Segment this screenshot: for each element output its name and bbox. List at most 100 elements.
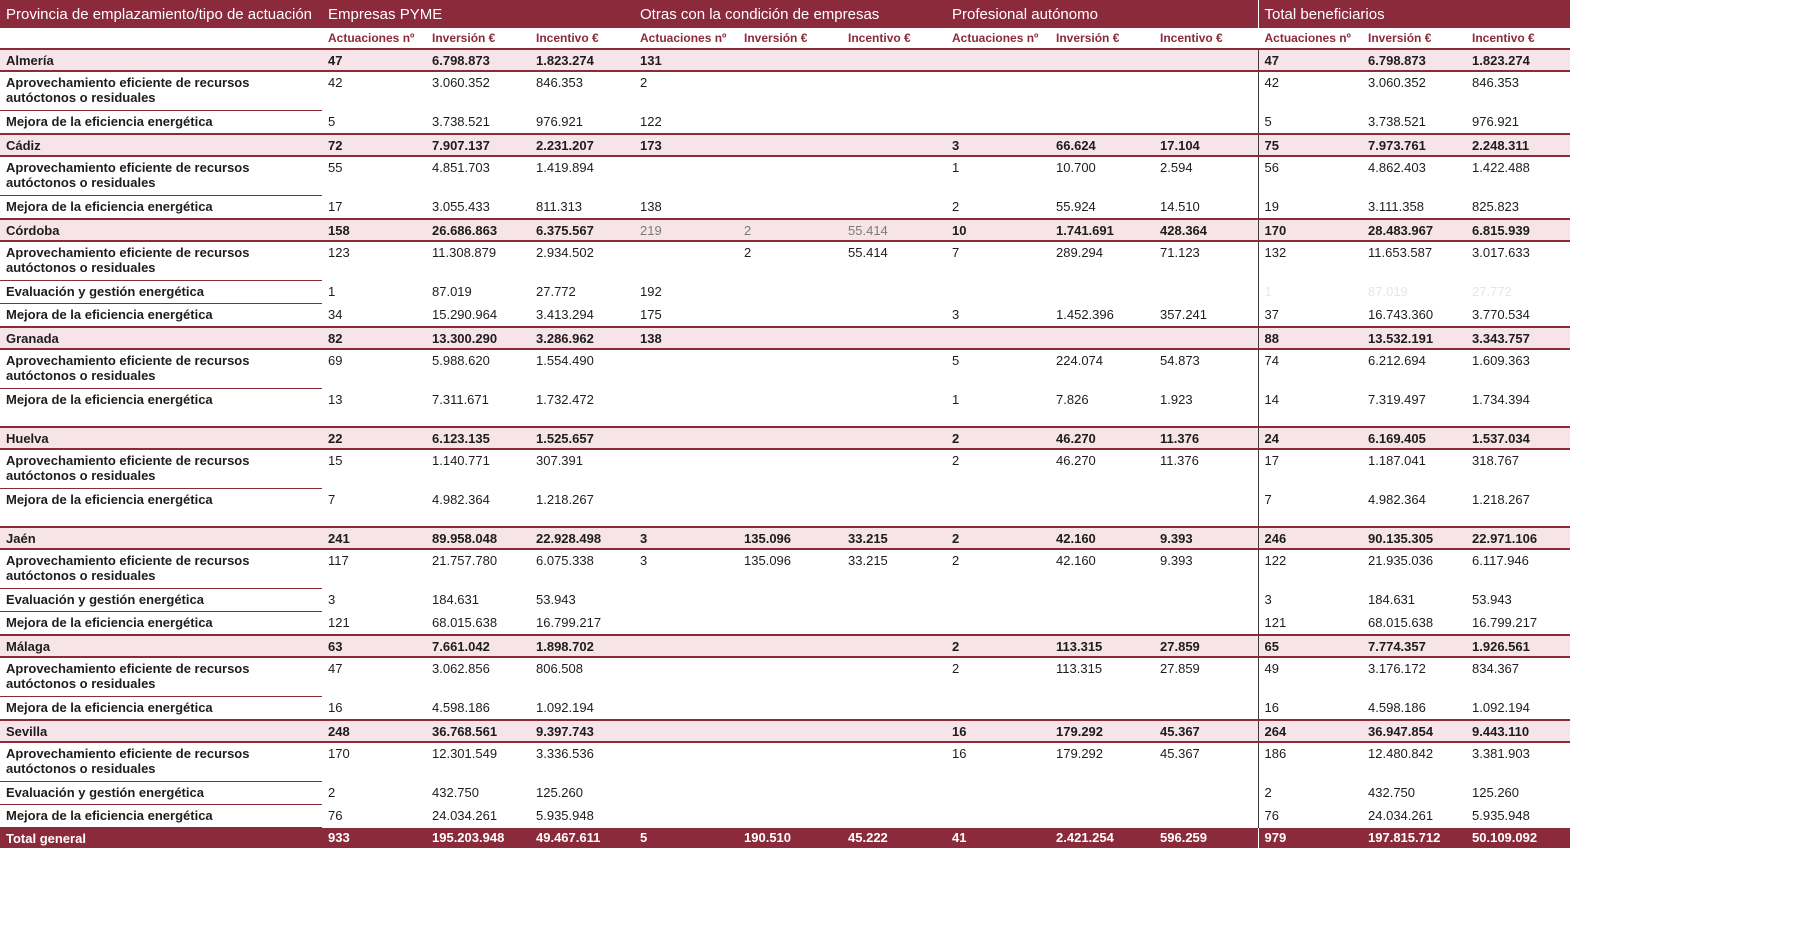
table-cell: 1.218.267 [1466, 488, 1571, 527]
table-cell [842, 110, 947, 134]
table-cell [946, 280, 1051, 304]
table-cell: 1 [322, 280, 426, 304]
table-cell: 3.060.352 [426, 71, 530, 111]
table-cell: 15.290.964 [426, 303, 530, 327]
table-cell: 357.241 [1154, 303, 1259, 327]
table-cell: 3.343.757 [1466, 326, 1571, 350]
table-cell: 63 [322, 634, 426, 658]
table-cell: 224.074 [1050, 349, 1155, 389]
table-cell [738, 71, 843, 111]
table-cell: 3.055.433 [426, 195, 530, 219]
table-cell: 27.859 [1154, 634, 1259, 658]
table-cell [842, 71, 947, 111]
province-row: Huelva 22 6.123.135 1.525.657 2 46.270 11.376 2… [0, 426, 1571, 450]
table-cell: 53.943 [530, 588, 635, 612]
action-type-row: Evaluación y gestión energética 1 87.019 27… [0, 280, 1571, 304]
table-cell [842, 611, 947, 635]
table-cell: 2.934.502 [530, 241, 635, 281]
sub-header-cell: Actuaciones nº [634, 28, 739, 50]
table-cell: 7.774.357 [1362, 634, 1467, 658]
table-cell [634, 657, 739, 697]
table-cell [634, 449, 739, 489]
table-cell [946, 110, 1051, 134]
table-cell: 5 [322, 110, 426, 134]
table-cell [946, 696, 1051, 720]
table-cell: 13.532.191 [1362, 326, 1467, 350]
table-cell: 16 [946, 719, 1051, 743]
sub-header-cell: Inversión € [426, 28, 530, 50]
table-cell: 307.391 [530, 449, 635, 489]
table-cell [1154, 71, 1259, 111]
table-cell [946, 611, 1051, 635]
total-cell: 190.510 [738, 827, 843, 848]
table-cell: 89.958.048 [426, 526, 530, 550]
table-cell [738, 781, 843, 805]
table-cell: 1.823.274 [530, 48, 635, 72]
table-cell: 289.294 [1050, 241, 1155, 281]
table-cell: 16 [946, 742, 1051, 782]
table-cell: 173 [634, 133, 739, 157]
table-cell: 68.015.638 [1362, 611, 1467, 635]
table-cell [634, 241, 739, 281]
table-cell: 131 [634, 48, 739, 72]
table-cell [842, 133, 947, 157]
table-cell: 9.393 [1154, 526, 1259, 550]
action-type-row: Aprovechamiento eficiente de recursos au… [0, 241, 1571, 281]
province-name: Cádiz [0, 133, 322, 157]
table-cell: 5 [946, 349, 1051, 389]
table-cell [738, 742, 843, 782]
table-cell [842, 742, 947, 782]
action-type-label: Mejora de la eficiencia energética [0, 804, 322, 828]
table-cell: 12.480.842 [1362, 742, 1467, 782]
table-cell: 3 [946, 303, 1051, 327]
province-name: Jaén [0, 526, 322, 550]
table-cell: 33.215 [842, 549, 947, 589]
action-type-row: Aprovechamiento eficiente de recursos au… [0, 657, 1571, 697]
table-cell: 192 [634, 280, 739, 304]
group-header-pyme: Empresas PYME [322, 0, 635, 28]
table-cell: 248 [322, 719, 426, 743]
table-cell: 46.270 [1050, 426, 1155, 450]
action-type-row: Aprovechamiento eficiente de recursos au… [0, 549, 1571, 589]
table-cell: 6.117.946 [1466, 549, 1571, 589]
action-type-label: Aprovechamiento eficiente de recursos au… [0, 549, 322, 589]
province-name: Almería [0, 48, 322, 72]
group-header-otras: Otras con la condición de empresas [634, 0, 947, 28]
province-name: Córdoba [0, 218, 322, 242]
table-cell [1050, 48, 1155, 72]
table-cell: 241 [322, 526, 426, 550]
action-type-label: Evaluación y gestión energética [0, 781, 322, 805]
sub-header-empty [0, 28, 322, 50]
sub-header-cell: Actuaciones nº [1257, 28, 1363, 50]
province-name: Huelva [0, 426, 322, 450]
group-header-autonomo: Profesional autónomo [946, 0, 1259, 28]
total-cell: 933 [322, 827, 426, 848]
action-type-row: Mejora de la eficiencia energética 34 15.2… [0, 303, 1571, 328]
table-cell: 2 [946, 449, 1051, 489]
table-cell [1154, 326, 1259, 350]
table-cell: 42 [1257, 71, 1363, 111]
table-cell: 6.798.873 [1362, 48, 1467, 72]
table-cell [634, 611, 739, 635]
table-cell: 3.336.536 [530, 742, 635, 782]
table-cell: 7.973.761 [1362, 133, 1467, 157]
table-cell: 26.686.863 [426, 218, 530, 242]
table-cell: 3 [1257, 588, 1363, 612]
table-cell: 1.092.194 [530, 696, 635, 720]
total-row: Total general 933 195.203.948 49.467.611 5 19… [0, 827, 1571, 848]
table-cell: 113.315 [1050, 634, 1155, 658]
table-cell: 11.308.879 [426, 241, 530, 281]
sub-header-cell: Incentivo € [1154, 28, 1259, 50]
table-cell: 125.260 [530, 781, 635, 805]
action-type-row: Evaluación y gestión energética 2 432.750 1… [0, 781, 1571, 805]
table-cell: 246 [1257, 526, 1363, 550]
table-cell: 432.750 [1362, 781, 1467, 805]
table-cell: 1.734.394 [1466, 388, 1571, 427]
table-cell: 3.381.903 [1466, 742, 1571, 782]
table-cell: 21.757.780 [426, 549, 530, 589]
table-cell: 19 [1257, 195, 1363, 219]
table-cell: 5 [1257, 110, 1363, 134]
table-cell: 179.292 [1050, 742, 1155, 782]
table-cell: 3.111.358 [1362, 195, 1467, 219]
table-cell: 1.140.771 [426, 449, 530, 489]
